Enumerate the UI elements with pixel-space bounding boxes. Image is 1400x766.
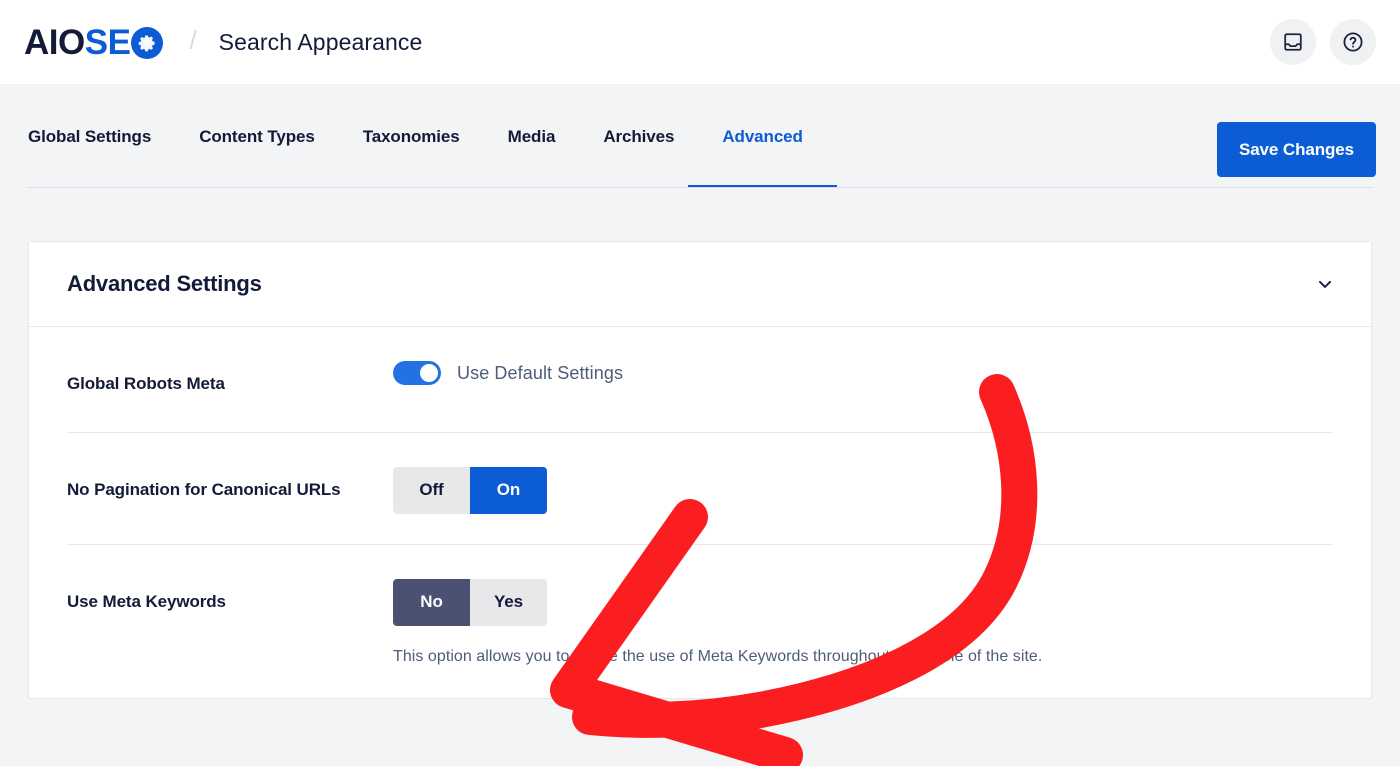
use-meta-keywords-description: This option allows you to toggle the use…: [393, 647, 1043, 665]
top-header-bar: AIO SE / Search Appearance: [0, 0, 1400, 85]
gear-icon: [131, 27, 164, 59]
tab-media[interactable]: Media: [508, 85, 556, 188]
brand-logo[interactable]: AIO SE / Search Appearance: [24, 20, 422, 64]
setting-row-global-robots-meta: Global Robots Meta Use Default Settings: [67, 327, 1333, 433]
setting-control-use-meta-keywords: No Yes This option allows you to toggle …: [393, 578, 1333, 666]
tab-bar: Global Settings Content Types Taxonomies…: [0, 85, 1400, 189]
logo-text-se: SE: [84, 22, 131, 62]
global-robots-meta-toggle-label: Use Default Settings: [457, 362, 624, 383]
setting-row-no-pagination: No Pagination for Canonical URLs Off On: [67, 433, 1333, 545]
global-robots-meta-toggle[interactable]: [393, 361, 441, 385]
tab-advanced[interactable]: Advanced: [688, 85, 838, 188]
card-body: Global Robots Meta Use Default Settings …: [29, 327, 1371, 698]
setting-control-no-pagination: Off On: [393, 466, 1333, 514]
breadcrumb-separator: /: [189, 25, 197, 55]
setting-row-use-meta-keywords: Use Meta Keywords No Yes This option all…: [67, 545, 1333, 698]
use-meta-keywords-segmented-control[interactable]: No Yes: [393, 578, 547, 626]
app-root: AIO SE / Search Appearance Global Settin…: [0, 0, 1400, 766]
no-pagination-option-off[interactable]: Off: [393, 466, 470, 514]
help-icon[interactable]: [1330, 19, 1376, 65]
card-title: Advanced Settings: [67, 271, 262, 296]
setting-label-no-pagination: No Pagination for Canonical URLs: [67, 479, 341, 499]
inbox-icon[interactable]: [1270, 19, 1316, 65]
no-pagination-option-on[interactable]: On: [470, 466, 547, 514]
use-meta-keywords-option-no[interactable]: No: [393, 578, 470, 626]
tab-content-types[interactable]: Content Types: [199, 85, 315, 188]
advanced-settings-card: Advanced Settings Global Robots Meta Use…: [28, 241, 1372, 699]
tab-bar-divider: [28, 187, 1372, 188]
setting-label-use-meta-keywords: Use Meta Keywords: [67, 591, 226, 611]
tab-global-settings[interactable]: Global Settings: [28, 85, 151, 188]
save-changes-button[interactable]: Save Changes: [1216, 122, 1376, 177]
card-header[interactable]: Advanced Settings: [29, 242, 1371, 327]
tab-taxonomies[interactable]: Taxonomies: [363, 85, 460, 188]
page-title: Search Appearance: [218, 28, 423, 55]
header-actions: [1270, 19, 1376, 65]
no-pagination-segmented-control[interactable]: Off On: [393, 466, 547, 514]
setting-label-global-robots-meta: Global Robots Meta: [67, 374, 225, 393]
setting-control-global-robots-meta: Use Default Settings: [393, 361, 1333, 385]
toggle-knob: [420, 364, 438, 382]
logo-text-aio: AIO: [24, 22, 85, 62]
use-meta-keywords-option-yes[interactable]: Yes: [470, 578, 547, 626]
tab-list: Global Settings Content Types Taxonomies…: [28, 85, 838, 188]
chevron-down-icon[interactable]: [1311, 270, 1339, 298]
tab-archives[interactable]: Archives: [603, 85, 674, 188]
